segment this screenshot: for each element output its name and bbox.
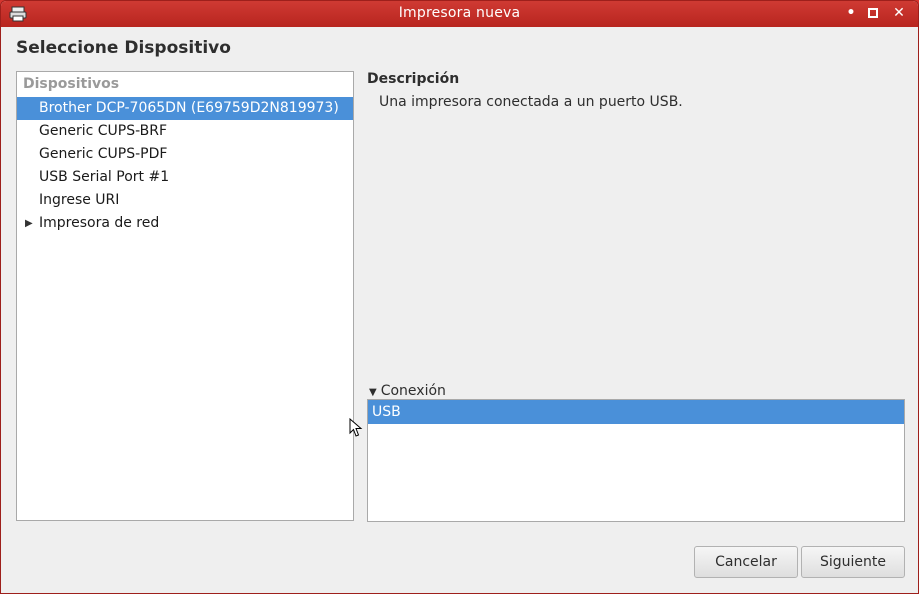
- device-label: Impresora de red: [39, 215, 160, 231]
- devices-list: Brother DCP-7065DN (E69759D2N819973) Gen…: [17, 97, 353, 235]
- connection-label: Conexión: [380, 383, 446, 399]
- device-label: USB Serial Port #1: [39, 169, 170, 185]
- device-label: Generic CUPS-BRF: [39, 123, 168, 139]
- cancel-button[interactable]: Cancelar: [694, 546, 798, 578]
- device-item-cups-pdf[interactable]: Generic CUPS-PDF: [17, 143, 353, 166]
- device-item-brother[interactable]: Brother DCP-7065DN (E69759D2N819973): [17, 97, 353, 120]
- devices-list-panel: Dispositivos Brother DCP-7065DN (E69759D…: [16, 71, 354, 521]
- device-label: Ingrese URI: [39, 192, 120, 208]
- maximize-icon: [868, 8, 878, 18]
- page-title: Seleccione Dispositivo: [16, 38, 231, 58]
- connection-expander[interactable]: ▼ Conexión: [369, 383, 446, 399]
- device-label: Generic CUPS-PDF: [39, 146, 168, 162]
- maximize-button[interactable]: [864, 4, 882, 22]
- title-bar[interactable]: Impresora nueva • ✕: [1, 1, 918, 27]
- device-label: Brother DCP-7065DN (E69759D2N819973): [39, 100, 339, 116]
- description-label: Descripción: [367, 71, 460, 87]
- mouse-pointer-icon: [349, 418, 363, 437]
- connection-item-usb[interactable]: USB: [368, 400, 904, 424]
- device-item-enter-uri[interactable]: Ingrese URI: [17, 189, 353, 212]
- new-printer-dialog: Impresora nueva • ✕ Seleccione Dispositi…: [0, 0, 919, 594]
- minimize-button[interactable]: •: [842, 4, 860, 22]
- connection-list-panel: USB: [367, 399, 905, 522]
- close-button[interactable]: ✕: [890, 4, 908, 22]
- device-item-usb-serial[interactable]: USB Serial Port #1: [17, 166, 353, 189]
- description-text: Una impresora conectada a un puerto USB.: [379, 94, 683, 110]
- chevron-down-icon: ▼: [369, 387, 377, 398]
- next-button[interactable]: Siguiente: [801, 546, 905, 578]
- window-title: Impresora nueva: [398, 5, 521, 21]
- device-item-network-printer[interactable]: ▶ Impresora de red: [17, 212, 353, 235]
- connection-item-label: USB: [372, 404, 401, 420]
- expander-arrow-icon[interactable]: ▶: [25, 212, 33, 235]
- device-item-cups-brf[interactable]: Generic CUPS-BRF: [17, 120, 353, 143]
- devices-column-header[interactable]: Dispositivos: [23, 76, 119, 92]
